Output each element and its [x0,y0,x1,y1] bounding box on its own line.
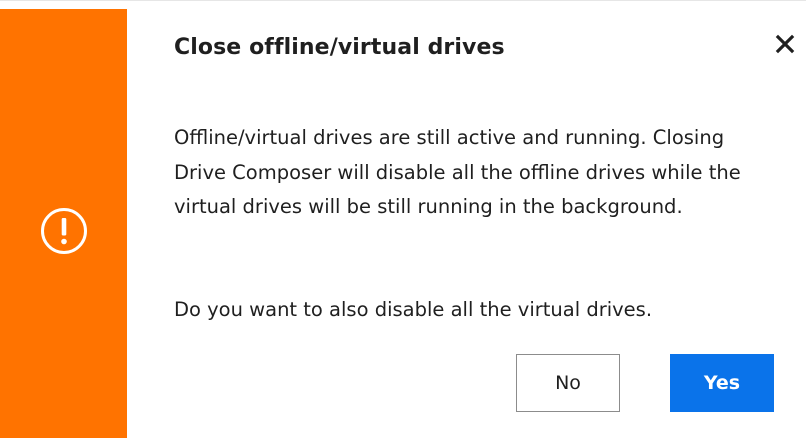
yes-button[interactable]: Yes [670,354,774,412]
warning-exclamation-icon [41,208,87,254]
warning-accent-bar [0,9,127,438]
dialog-title: Close offline/virtual drives [174,35,505,60]
dialog-question: Do you want to also disable all the virt… [174,298,653,321]
close-drives-dialog: Close offline/virtual drives Offline/vir… [0,0,806,438]
close-button[interactable] [770,29,800,59]
close-icon [775,34,795,54]
dialog-message: Offline/virtual drives are still active … [174,126,741,218]
no-button[interactable]: No [516,354,620,412]
